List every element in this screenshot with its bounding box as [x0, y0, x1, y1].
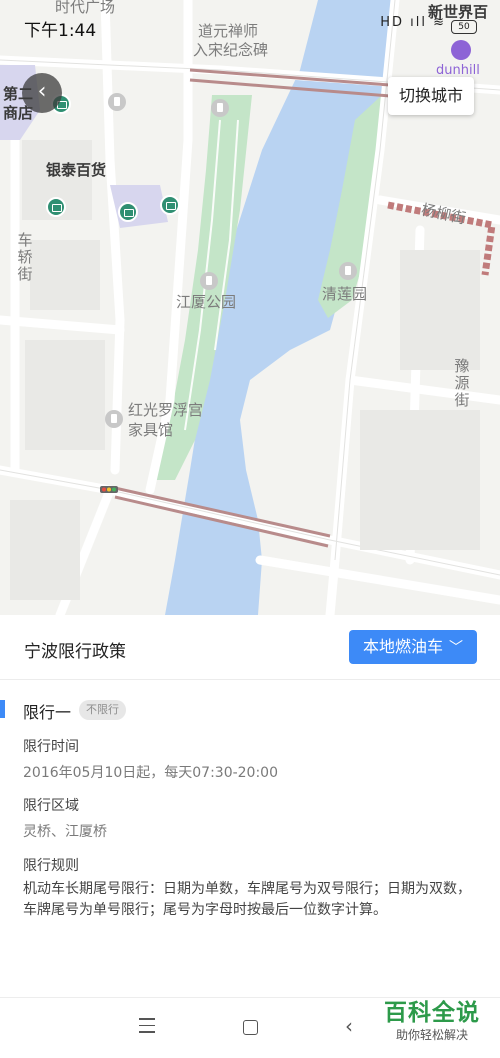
map-view[interactable]: 时代广场 道元禅师 入宋纪念碑 新世界百 dunhill 第二 商店 银泰百货 …: [0, 0, 500, 615]
furniture-icon: [105, 410, 123, 428]
map-label-shidai: 时代广场: [55, 0, 116, 16]
time-label: 限行时间: [23, 739, 79, 755]
map-label-yintai: 银泰百货: [46, 161, 107, 179]
park-icon: [200, 272, 218, 290]
map-label-jiangxia-park: 江厦公园: [176, 293, 237, 311]
store-icon[interactable]: [160, 195, 180, 215]
area-label: 限行区域: [23, 798, 79, 814]
vehicle-type-select[interactable]: 本地燃油车 ﹀: [348, 630, 477, 664]
rules-text: 机动车长期尾号限行：日期为单数，车牌尾号为双号限行；日期为双数，车牌尾号为单号限…: [23, 881, 471, 918]
status-badge: 不限行: [79, 700, 126, 720]
store-icon[interactable]: [118, 202, 138, 222]
store-icon[interactable]: [46, 197, 66, 217]
restroom-icon: [211, 99, 229, 117]
watermark-logo: 百科全说 助你轻松解决: [376, 999, 488, 1043]
time-value: 2016年05月10日起，每天07:30-20:00: [23, 765, 279, 781]
back-icon[interactable]: ‹: [345, 1014, 353, 1038]
rule-accent-bar: [0, 700, 5, 718]
status-time: 下午1:44: [24, 21, 97, 41]
map-label-qinglian: 清莲园: [322, 285, 368, 303]
policy-title: 宁波限行政策: [24, 642, 126, 662]
battery-icon: 50: [451, 20, 477, 34]
rule-name: 限行一: [23, 703, 72, 722]
park-icon: [339, 262, 357, 280]
home-icon[interactable]: [243, 1020, 258, 1035]
map-label-daoyuan: 道元禅师: [198, 22, 259, 40]
back-button[interactable]: ‹: [22, 73, 62, 113]
map-label-yuyuan: 豫源街: [454, 357, 470, 409]
vehicle-type-label: 本地燃油车: [362, 637, 443, 656]
watermark-subtitle: 助你轻松解决: [395, 1028, 468, 1042]
watermark-title: 百科全说: [384, 1000, 480, 1026]
rules-label: 限行规则: [23, 858, 79, 874]
map-label-chejiao: 车轿街: [17, 231, 33, 283]
poi-icon: [108, 93, 126, 111]
menu-icon[interactable]: [139, 1018, 155, 1038]
status-icons: HD ıll ≋: [380, 15, 446, 30]
map-label-hongguang-2: 家具馆: [128, 421, 174, 439]
shopping-bag-icon: [451, 40, 471, 60]
map-label-rusong: 入宋纪念碑: [193, 41, 269, 59]
area-value: 灵桥、江厦桥: [23, 824, 107, 840]
panel-header: 宁波限行政策 本地燃油车 ﹀: [0, 615, 500, 680]
chevron-down-icon: ﹀: [449, 640, 463, 656]
map-label-hongguang-1: 红光罗浮宫: [128, 401, 204, 419]
switch-city-button[interactable]: 切换城市: [387, 77, 474, 115]
chevron-left-icon: ‹: [37, 79, 47, 104]
